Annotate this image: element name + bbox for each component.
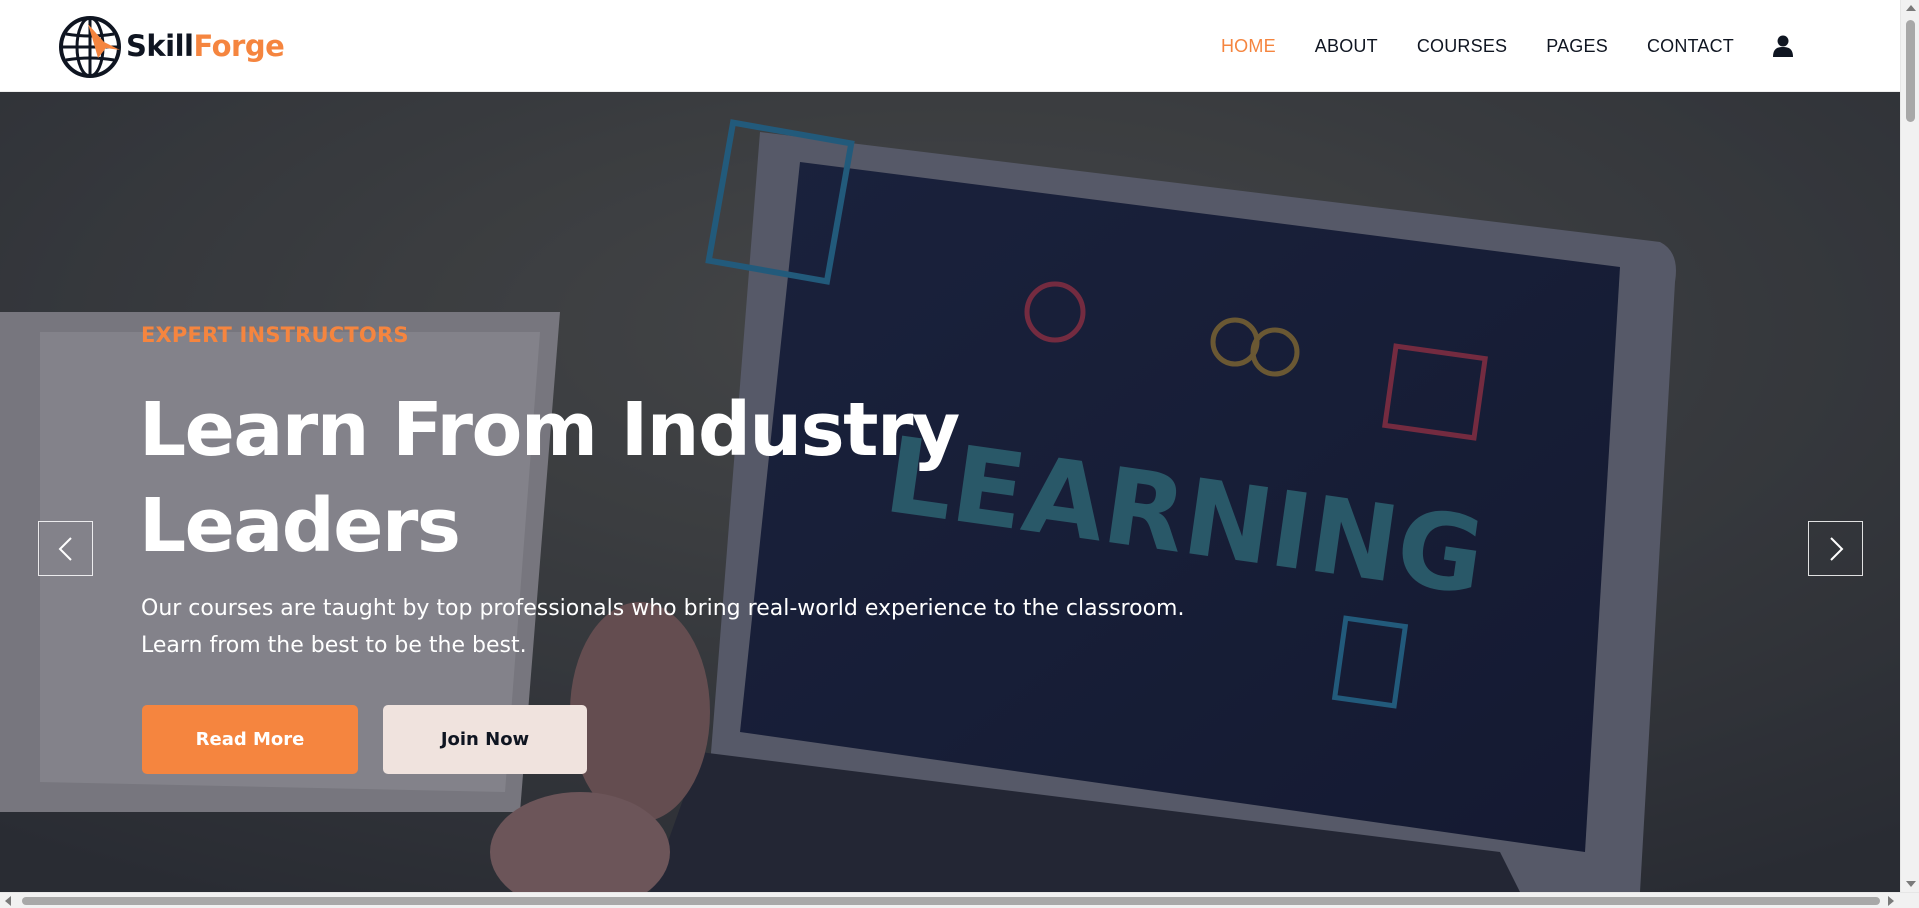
nav-contact[interactable]: CONTACT	[1647, 36, 1734, 57]
scroll-left-icon[interactable]	[5, 896, 11, 906]
horizontal-scroll-thumb[interactable]	[22, 897, 1880, 905]
read-more-button[interactable]: Read More	[142, 705, 358, 774]
nav-about[interactable]: ABOUT	[1315, 36, 1378, 57]
vertical-scrollbar[interactable]	[1900, 0, 1919, 892]
nav-home[interactable]: HOME	[1221, 36, 1276, 57]
chevron-right-icon	[1829, 536, 1843, 561]
brand-name-part2: Forge	[193, 29, 285, 63]
scroll-down-icon[interactable]	[1906, 881, 1916, 887]
globe-logo-icon	[59, 16, 121, 78]
scroll-right-icon[interactable]	[1888, 896, 1894, 906]
hero-description-line2: Learn from the best to be the best.	[141, 633, 527, 658]
brand-name: SkillForge	[126, 29, 285, 63]
main-nav: HOME ABOUT COURSES PAGES CONTACT	[1182, 0, 1794, 92]
join-now-button[interactable]: Join Now	[383, 705, 587, 774]
hero-headline: Learn From Industry Leaders	[139, 382, 1039, 574]
horizontal-scrollbar[interactable]	[0, 892, 1919, 908]
nav-courses[interactable]: COURSES	[1417, 36, 1507, 57]
hero-description-line1: Our courses are taught by top profession…	[141, 596, 1185, 621]
user-icon[interactable]	[1772, 34, 1794, 58]
site-header: SkillForge HOME ABOUT COURSES PAGES CONT…	[0, 0, 1900, 92]
hero-headline-line1: Learn From Industry	[139, 387, 960, 473]
vertical-scroll-thumb[interactable]	[1906, 20, 1915, 122]
scroll-up-icon[interactable]	[1906, 5, 1916, 11]
hero-slider: LEARNING EXPERT INSTRUCTORS Learn From I…	[0, 92, 1900, 892]
prev-slide-button[interactable]	[38, 521, 93, 576]
brand-name-part1: Skill	[126, 29, 194, 63]
hero-description: Our courses are taught by top profession…	[141, 590, 1241, 664]
chevron-left-icon	[58, 536, 72, 561]
next-slide-button[interactable]	[1808, 521, 1863, 576]
hero-eyebrow: EXPERT INSTRUCTORS	[141, 323, 409, 347]
nav-pages[interactable]: PAGES	[1546, 36, 1608, 57]
site-logo[interactable]: SkillForge	[58, 14, 285, 78]
hero-headline-line2: Leaders	[139, 483, 461, 569]
